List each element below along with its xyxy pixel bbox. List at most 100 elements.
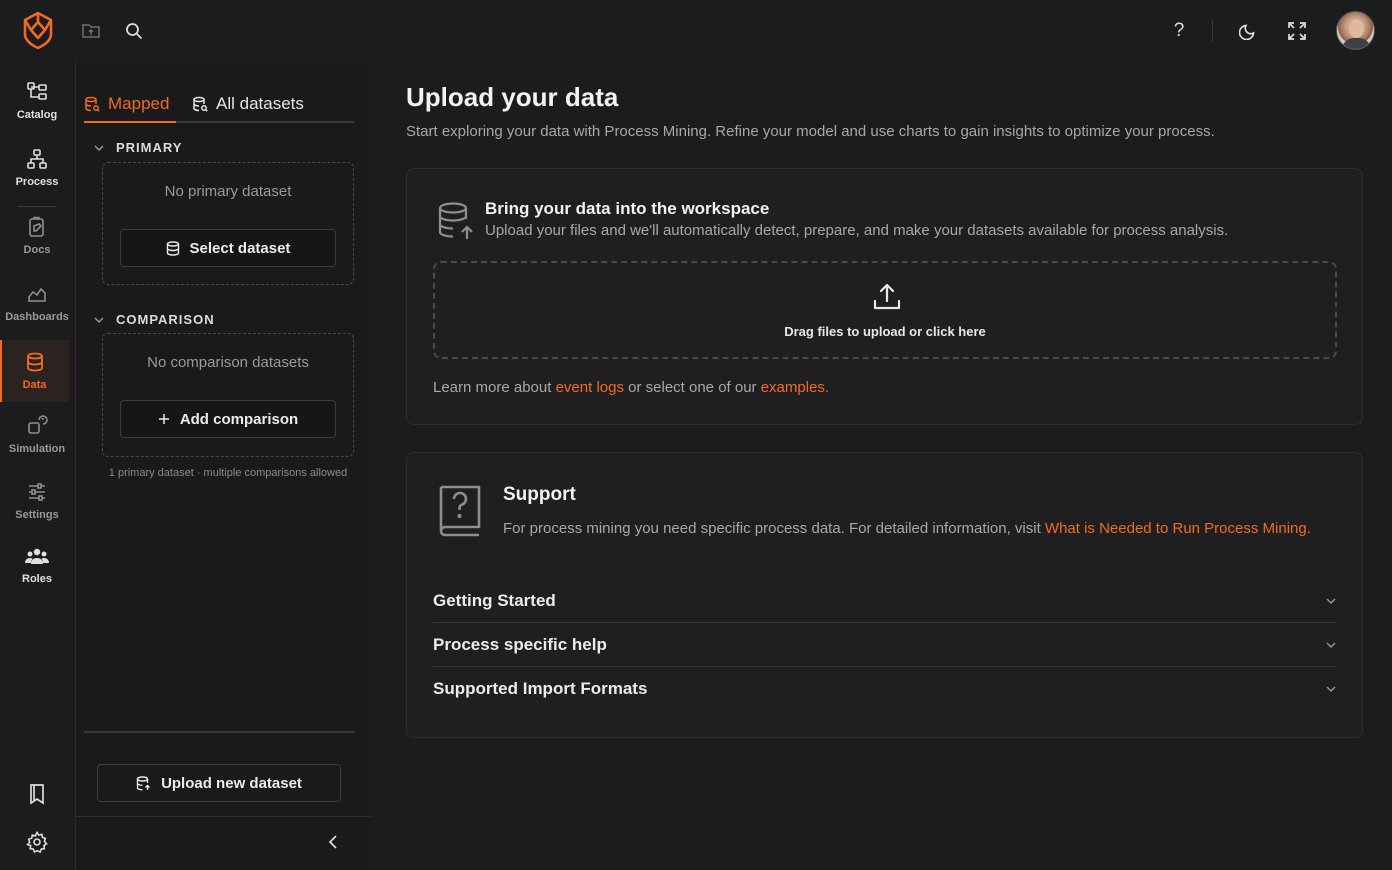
logo-icon[interactable] <box>18 10 58 50</box>
primary-empty-text: No primary dataset <box>164 183 292 200</box>
page-subtitle: Start exploring your data with Process M… <box>406 123 1215 140</box>
examples-link[interactable]: examples <box>761 379 825 396</box>
database-upload-large-icon <box>437 201 475 246</box>
topbar-divider <box>1212 20 1213 42</box>
dashboards-icon <box>28 287 46 302</box>
page-title: Upload your data <box>406 82 619 112</box>
roles-icon <box>25 548 49 564</box>
chevron-down-icon <box>94 317 104 323</box>
collapse-panel-icon[interactable] <box>324 832 344 852</box>
nav-item-process[interactable]: Process <box>0 137 74 199</box>
panel-divider <box>84 731 355 733</box>
accordion-title: Process specific help <box>433 634 607 654</box>
nav-item-dashboards[interactable]: Dashboards <box>0 272 74 334</box>
moon-icon[interactable] <box>1235 18 1261 44</box>
tab-mapped-label: Mapped <box>108 94 170 113</box>
upload-card: Bring your data into the workspace Uploa… <box>406 168 1363 425</box>
primary-section-toggle[interactable]: PRIMARY <box>94 140 182 155</box>
data-icon <box>26 352 43 372</box>
process-icon <box>27 149 47 169</box>
comparison-dropzone: No comparison datasets Add comparison <box>102 333 354 457</box>
add-comparison-button[interactable]: Add comparison <box>120 400 336 438</box>
chevron-down-icon <box>1326 642 1336 648</box>
accordion-import-formats[interactable]: Supported Import Formats <box>433 667 1337 711</box>
tab-all-label: All datasets <box>216 94 304 113</box>
chevron-down-icon <box>1326 686 1336 692</box>
avatar[interactable] <box>1336 11 1375 50</box>
nav-item-docs[interactable]: Docs <box>0 205 74 267</box>
nav-label: Simulation <box>8 443 66 455</box>
support-text-prefix: For process mining you need specific pro… <box>503 520 1045 537</box>
help-icon[interactable]: ? <box>1166 18 1192 44</box>
mapped-db-icon <box>85 96 100 112</box>
chevron-down-icon <box>94 145 104 151</box>
learn-middle: or select one of our <box>623 379 761 396</box>
comparison-empty-text: No comparison datasets <box>147 354 309 371</box>
expand-icon[interactable] <box>1284 18 1310 44</box>
all-db-icon <box>193 96 208 112</box>
upload-card-subtitle: Upload your files and we'll automaticall… <box>485 222 1229 239</box>
dataset-tabs: Mapped All datasets <box>84 87 354 123</box>
add-comparison-label: Add comparison <box>179 410 299 428</box>
nav-item-data[interactable]: Data <box>0 340 69 402</box>
learn-suffix: . <box>824 379 830 396</box>
accordion-process-help[interactable]: Process specific help <box>433 623 1337 667</box>
plus-icon <box>158 414 169 424</box>
avatar-face <box>1349 19 1364 38</box>
dataset-panel: Mapped All datasets PRIMARY No primary d… <box>75 62 372 870</box>
chevron-down-icon <box>1326 598 1336 604</box>
upload-icon <box>871 281 903 318</box>
support-title: Support <box>503 484 576 505</box>
file-dropzone[interactable]: Drag files to upload or click here <box>433 261 1337 359</box>
comparison-section-toggle[interactable]: COMPARISON <box>94 312 215 327</box>
docs-icon <box>29 216 44 237</box>
main-content: Upload your data Start exploring your da… <box>372 62 1392 870</box>
dataset-hint: 1 primary dataset · multiple comparisons… <box>108 467 348 479</box>
primary-heading: PRIMARY <box>116 140 183 155</box>
comparison-heading: COMPARISON <box>116 312 215 327</box>
top-bar: ? <box>0 0 1392 62</box>
help-book-icon <box>435 483 483 544</box>
select-dataset-label: Select dataset <box>189 239 291 257</box>
nav-label: Process <box>15 176 59 188</box>
catalog-icon <box>27 82 47 100</box>
database-icon <box>166 240 179 256</box>
event-logs-link[interactable]: event logs <box>556 379 624 396</box>
accordion-getting-started[interactable]: Getting Started <box>433 579 1337 623</box>
settings-sliders-icon <box>29 483 45 501</box>
requirements-link[interactable]: What is Needed to Run Process Mining <box>1045 520 1307 537</box>
panel-footer-divider <box>76 816 372 817</box>
upload-card-title: Bring your data into the workspace <box>485 199 770 218</box>
nav-label: Docs <box>23 244 51 256</box>
tab-all-datasets[interactable]: All datasets <box>192 87 304 121</box>
select-dataset-button[interactable]: Select dataset <box>120 229 336 267</box>
database-upload-icon <box>136 775 151 790</box>
folder-icon[interactable] <box>78 18 104 44</box>
upload-new-dataset-label: Upload new dataset <box>161 774 302 792</box>
nav-item-simulation[interactable]: Simulation <box>0 404 74 466</box>
bookmark-icon[interactable] <box>25 782 49 806</box>
nav-item-settings[interactable]: Settings <box>0 470 74 532</box>
avatar-shirt <box>1342 38 1371 49</box>
nav-label: Dashboards <box>5 311 69 323</box>
tab-mapped[interactable]: Mapped <box>84 87 176 123</box>
primary-dropzone: No primary dataset Select dataset <box>102 162 354 285</box>
nav-label: Settings <box>15 509 59 521</box>
nav-label: Catalog <box>16 109 58 121</box>
learn-more-text: Learn more about event logs or select on… <box>433 379 829 396</box>
accordion-title: Supported Import Formats <box>433 679 648 698</box>
dropzone-text: Drag files to upload or click here <box>784 324 986 339</box>
nav-item-roles[interactable]: Roles <box>0 535 74 597</box>
support-text-suffix: . <box>1306 520 1311 537</box>
search-icon[interactable] <box>121 18 147 44</box>
support-card: Support For process mining you need spec… <box>406 452 1363 738</box>
nav-item-catalog[interactable]: Catalog <box>0 70 74 132</box>
accordion-title: Getting Started <box>433 590 556 610</box>
support-text: For process mining you need specific pro… <box>503 518 1313 540</box>
nav-label: Data <box>22 379 47 391</box>
left-nav: Catalog Process Docs Dashboards Data Sim… <box>0 62 74 870</box>
upload-new-dataset-button[interactable]: Upload new dataset <box>97 764 341 802</box>
learn-prefix: Learn more about <box>433 379 556 396</box>
gear-icon[interactable] <box>25 830 49 854</box>
nav-label: Roles <box>22 573 52 585</box>
